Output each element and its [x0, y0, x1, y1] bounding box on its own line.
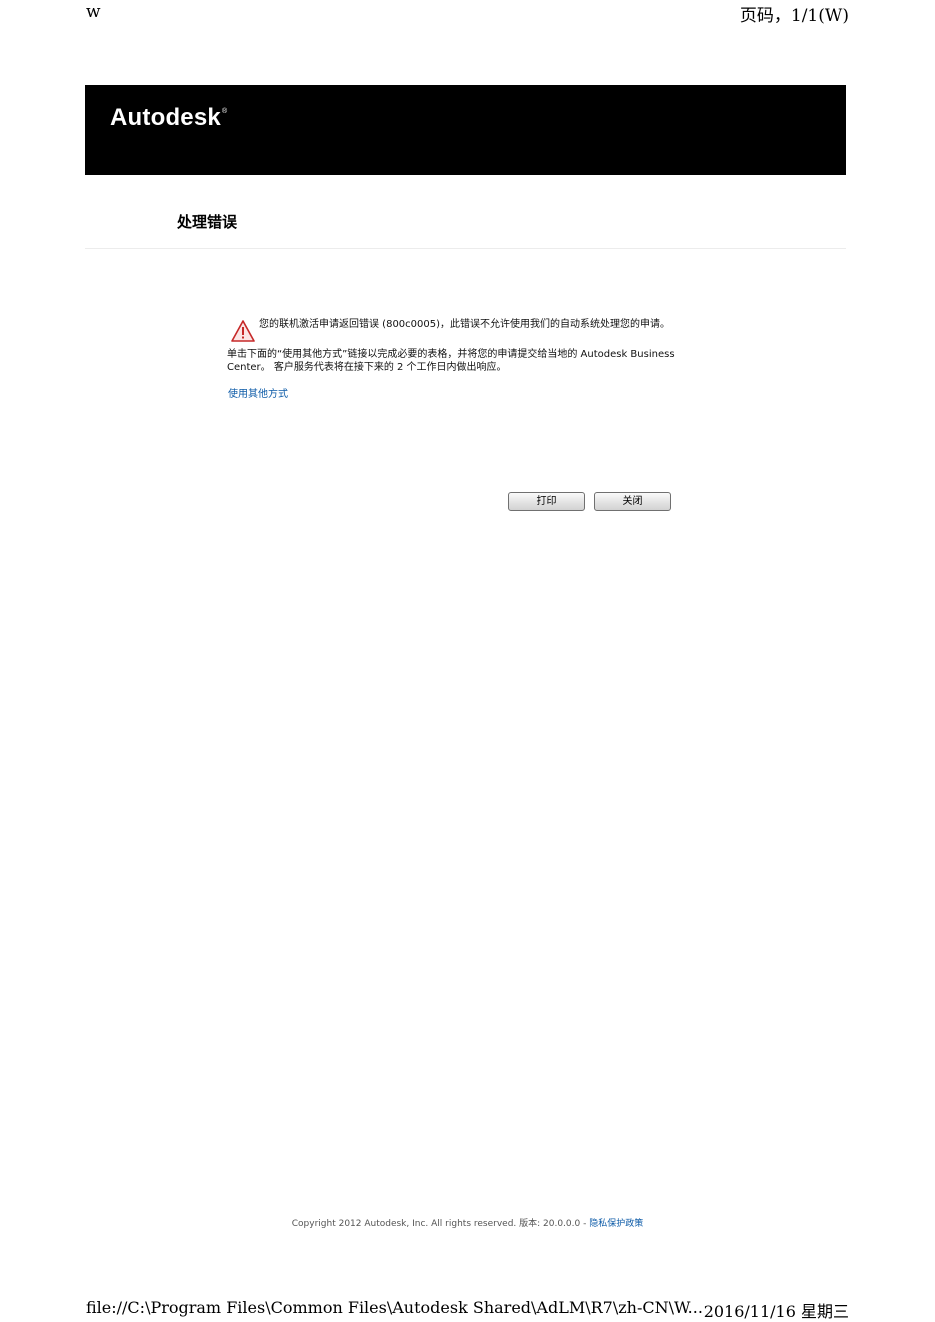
print-header-left: w: [86, 2, 101, 22]
error-message: 您的联机激活申请返回错误 (800c0005)，此错误不允许使用我们的自动系统处…: [259, 319, 671, 330]
logo-text: Autodesk: [110, 104, 221, 131]
use-other-method-link[interactable]: 使用其他方式: [228, 385, 288, 400]
instruction-message: 单击下面的“使用其他方式”链接以完成必要的表格，并将您的申请提交给当地的 Aut…: [227, 349, 675, 373]
print-footer-date: 2016/11/16 星期三: [703, 1302, 849, 1321]
print-header-page-number: 页码，1/1(W): [739, 6, 849, 26]
privacy-policy-link[interactable]: 隐私保护政策: [589, 1219, 643, 1229]
registered-mark: ®: [221, 108, 228, 115]
page-title: 处理错误: [177, 213, 238, 231]
print-button[interactable]: 打印: [508, 492, 585, 511]
warning-triangle-icon: [231, 320, 255, 342]
header-banner: Autodesk®: [85, 85, 846, 175]
copyright-text: Copyright 2012 Autodesk, Inc. All rights…: [291, 1219, 587, 1229]
close-button[interactable]: 关闭: [594, 492, 671, 511]
footer-copyright: Copyright 2012 Autodesk, Inc. All rights…: [0, 1216, 935, 1229]
title-divider: [85, 248, 846, 249]
autodesk-logo: Autodesk®: [110, 104, 227, 132]
print-footer-file-path: file://C:\Program Files\Common Files\Aut…: [86, 1298, 703, 1317]
